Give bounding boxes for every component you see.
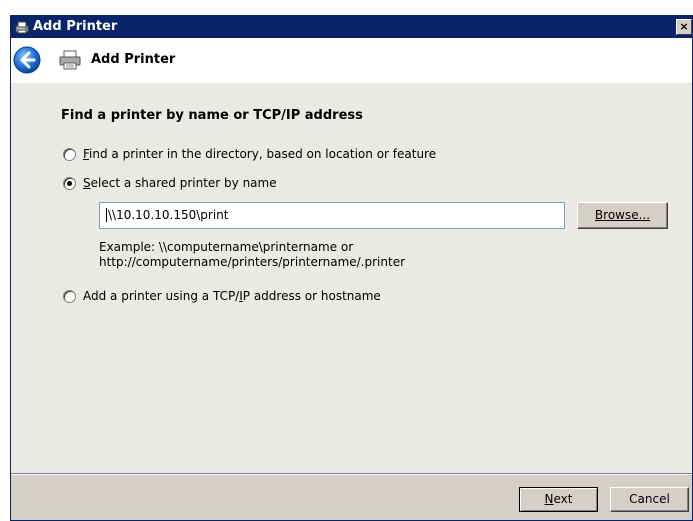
add-printer-window: Add Printer × Add Printer Find a printer <box>10 15 693 521</box>
next-button[interactable]: Next <box>519 487 598 512</box>
radio-button[interactable] <box>63 148 76 161</box>
printer-name-input[interactable]: \\10.10.10.150\print <box>99 202 565 229</box>
close-button[interactable]: × <box>676 19 692 35</box>
example-text: Example: \\computername\printername or h… <box>99 240 405 270</box>
wizard-header: Add Printer <box>11 38 692 83</box>
radio-label: Find a printer in the directory, based o… <box>83 147 437 161</box>
example-line-2: http://computername/printers/printername… <box>99 255 406 269</box>
radio-button-selected[interactable] <box>63 177 76 190</box>
back-arrow-icon[interactable] <box>13 46 41 74</box>
title-bar[interactable]: Add Printer × <box>11 16 692 38</box>
printer-title-icon <box>15 21 29 34</box>
wizard-content: Find a printer by name or TCP/IP address… <box>11 83 692 473</box>
wizard-title: Add Printer <box>91 52 176 67</box>
section-heading: Find a printer by name or TCP/IP address <box>61 108 363 123</box>
printer-icon <box>59 50 81 70</box>
window-title: Add Printer <box>33 19 118 34</box>
footer-separator <box>11 473 692 475</box>
browse-button[interactable]: Browse... <box>577 202 668 229</box>
radio-label: Add a printer using a TCP/IP address or … <box>83 289 381 303</box>
text-caret <box>106 208 107 222</box>
printer-name-value: \\10.10.10.150\print <box>108 208 229 222</box>
radio-button[interactable] <box>63 290 76 303</box>
cancel-button[interactable]: Cancel <box>610 487 689 512</box>
example-line-1: Example: \\computername\printername or <box>99 240 354 254</box>
radio-label: Select a shared printer by name <box>83 176 277 190</box>
